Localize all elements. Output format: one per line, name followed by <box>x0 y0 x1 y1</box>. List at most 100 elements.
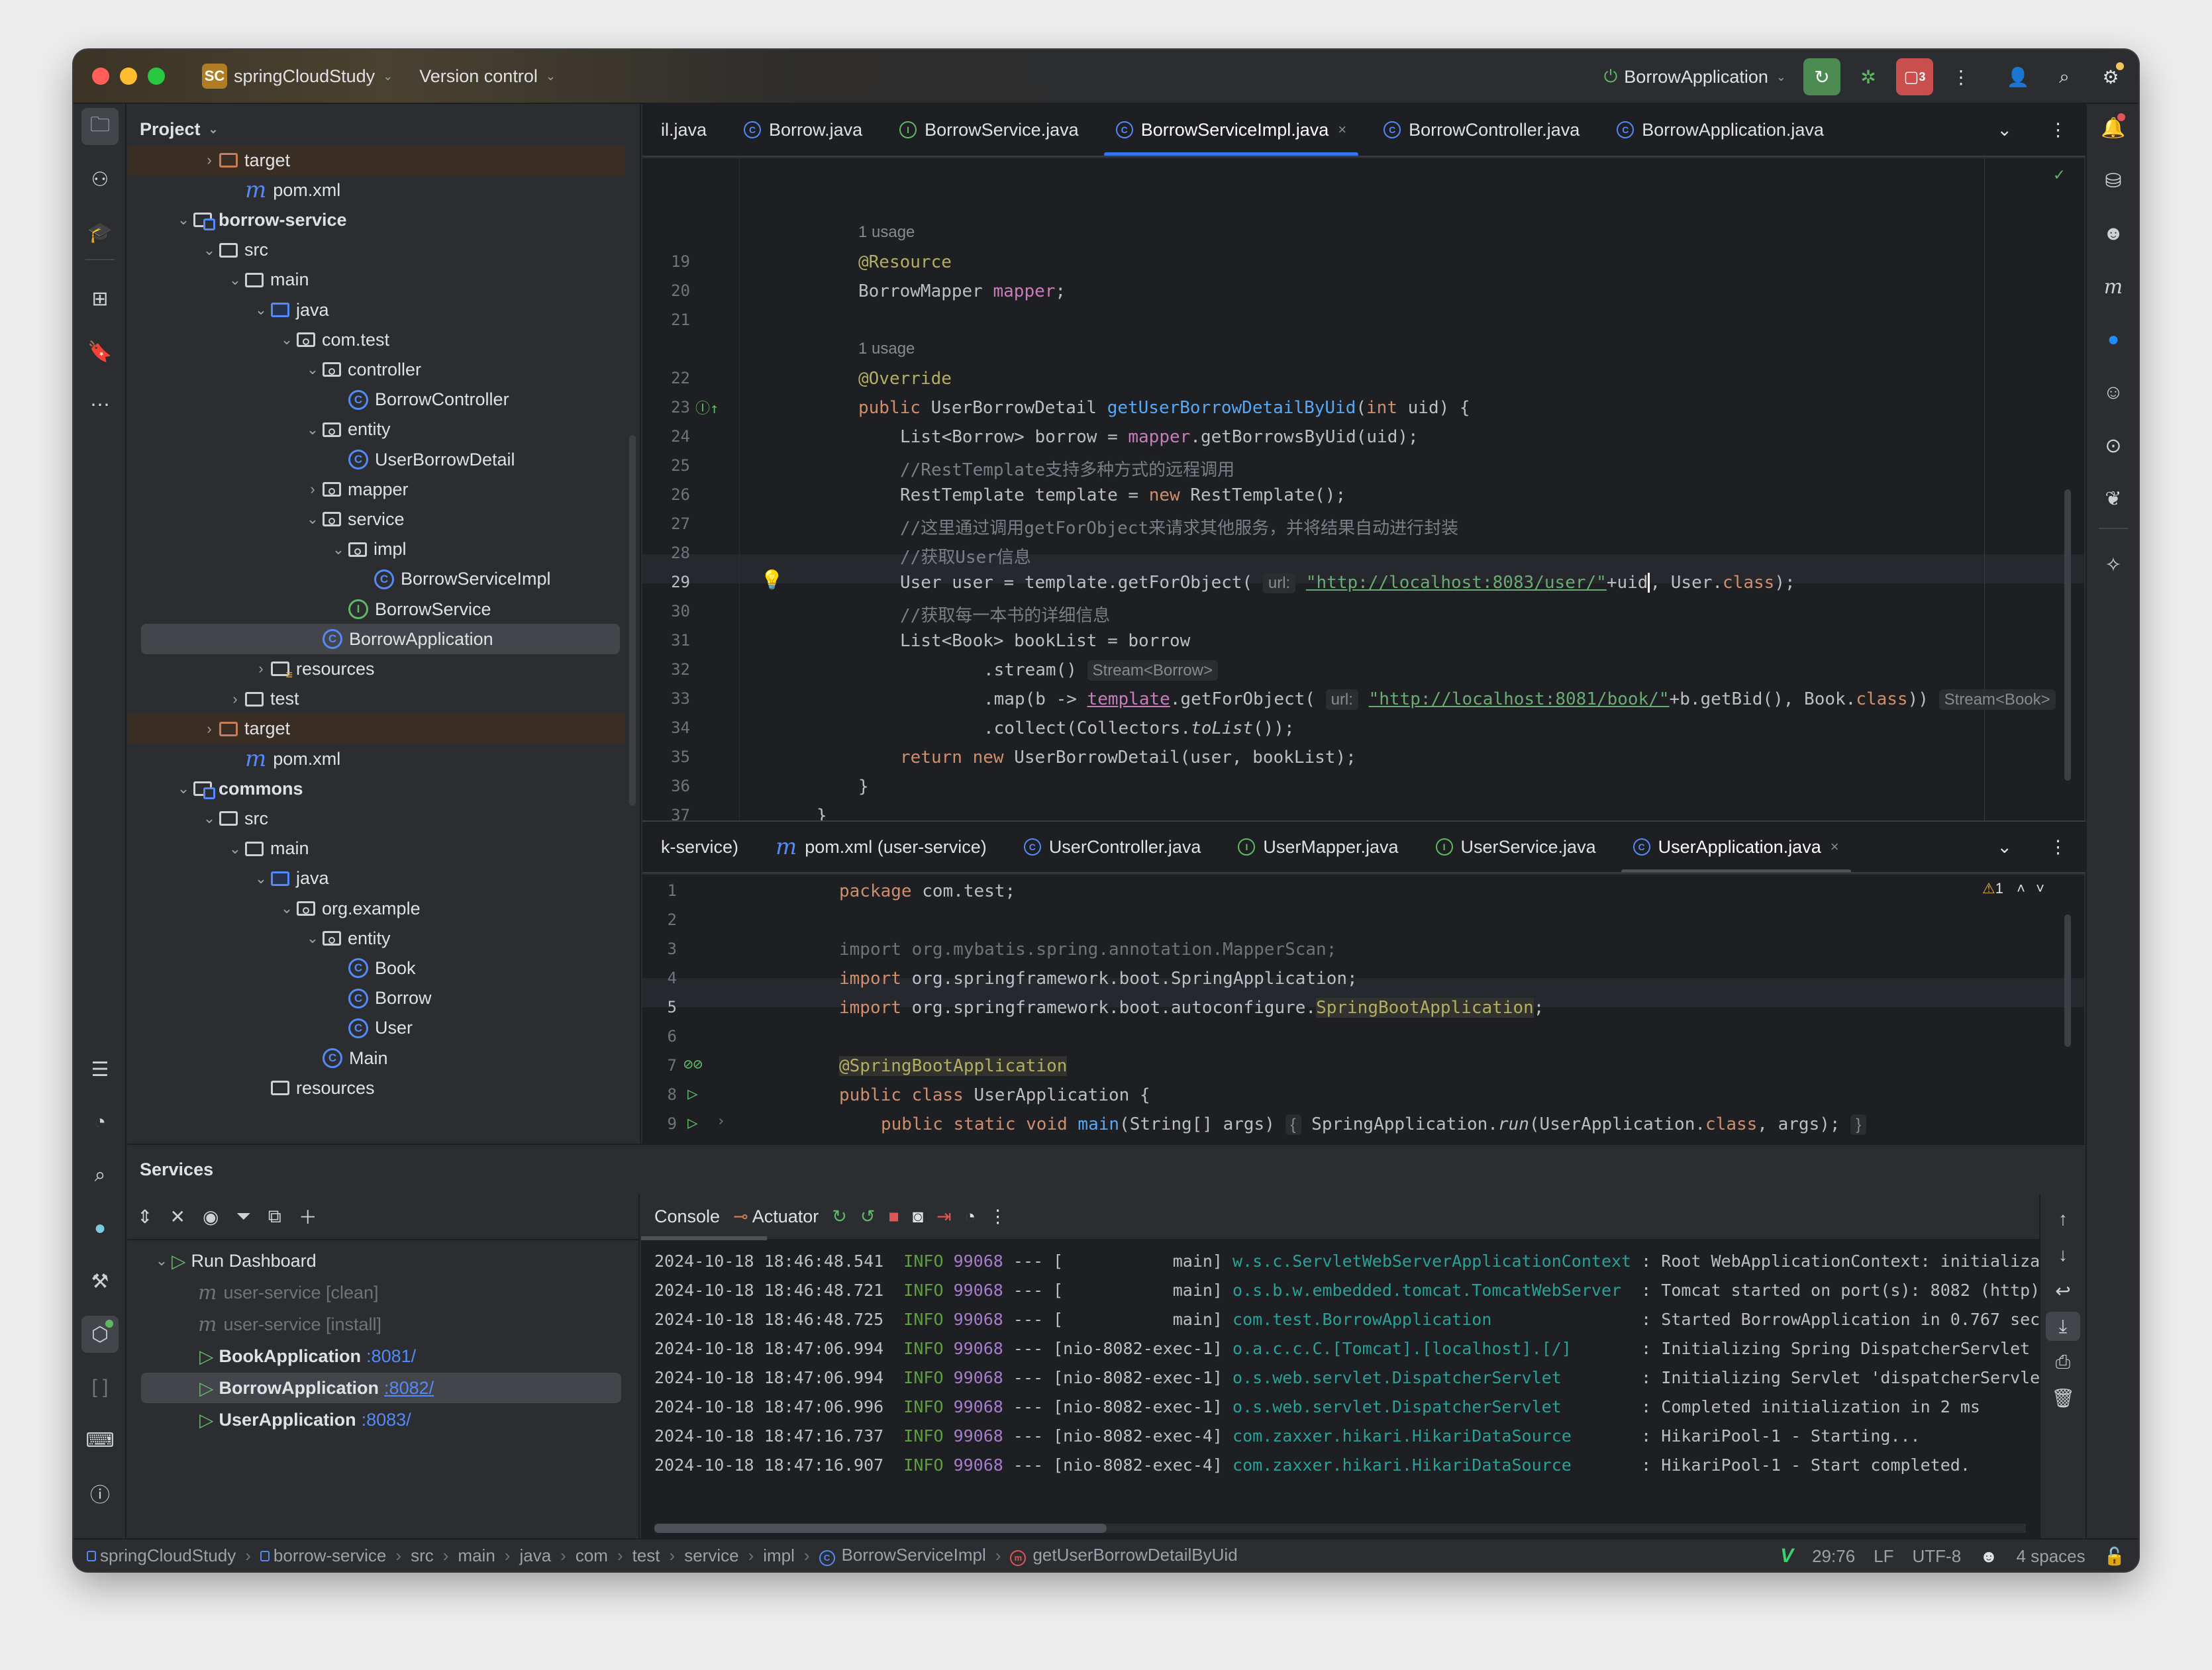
database-tool-button[interactable]: ⛁ <box>2095 162 2132 199</box>
tree-item[interactable]: ⌄ java <box>128 295 625 325</box>
chevron-right-icon[interactable]: › <box>199 720 219 738</box>
tab-console[interactable]: Console <box>654 1206 720 1227</box>
tree-item[interactable]: ⌄ com.test <box>128 324 625 355</box>
tree-item[interactable]: › target <box>128 145 625 175</box>
vcs-menu[interactable]: Version control <box>419 66 538 87</box>
next-problem-icon[interactable]: ˅ <box>2036 880 2044 897</box>
profiler-tool-button[interactable]: ◔ <box>81 1104 119 1141</box>
breadcrumb-item[interactable]: C BorrowServiceImpl <box>819 1545 986 1566</box>
chevron-right-icon[interactable]: › <box>303 481 323 498</box>
chevron-down-icon[interactable]: ⌄ <box>174 211 193 228</box>
project-tool-button[interactable]: 🗀 <box>81 108 119 145</box>
tree-item[interactable]: ⌄ src <box>128 803 625 834</box>
more-actions-button[interactable]: ⋮ <box>1942 58 1980 95</box>
chevron-down-icon[interactable]: ⌄ <box>277 900 297 917</box>
tab-k-service-[interactable]: k-service) <box>642 822 757 872</box>
actuator-tool-button[interactable]: ⊙ <box>2095 427 2132 464</box>
tree-item[interactable]: ⌄ java <box>128 863 625 894</box>
tree-item[interactable]: ⌄ impl <box>128 534 625 565</box>
code-editor-bottom[interactable]: 123 456 789 ⊘⊘ ▷ ▷ › package com.test; i… <box>642 875 2084 1144</box>
service-item[interactable]: ▷ BookApplication:8081/ <box>128 1341 638 1371</box>
url-string[interactable]: "http://localhost:8081/book/" <box>1369 689 1670 709</box>
tree-item[interactable]: ⌄ org.example <box>128 893 625 924</box>
chevron-down-icon[interactable]: ⌄ <box>174 780 193 797</box>
service-port-link[interactable]: :8083/ <box>362 1410 411 1430</box>
breadcrumb-item[interactable]: service <box>684 1546 738 1566</box>
chat-tool-button[interactable]: ● <box>2095 321 2132 358</box>
chevron-down-icon[interactable]: ⌄ <box>199 810 219 827</box>
console-hscrollbar[interactable] <box>654 1524 1107 1533</box>
breadcrumb-item[interactable]: test <box>632 1546 660 1566</box>
project-scrollbar[interactable] <box>629 435 636 806</box>
tab-more-icon[interactable]: ⋮ <box>2031 822 2086 872</box>
editor-scrollbar[interactable] <box>2064 489 2071 781</box>
tree-item[interactable]: ⌄ controller <box>128 354 625 385</box>
tab-more-icon[interactable]: ⋮ <box>2031 104 2086 156</box>
chevron-down-icon[interactable]: ⌄ <box>251 301 271 319</box>
chevron-down-icon[interactable]: ⌄ <box>303 361 323 378</box>
chevron-down-icon[interactable]: ⌄ <box>303 930 323 947</box>
chevron-down-icon[interactable]: ⌄ <box>199 242 219 259</box>
tree-item[interactable]: ⌄ main <box>128 265 625 295</box>
tree-item[interactable]: m pom.xml <box>128 175 625 205</box>
tree-item[interactable]: C Book <box>128 953 625 983</box>
zoom-window-button[interactable] <box>148 68 165 85</box>
caret-position[interactable]: 29:76 <box>1812 1546 1855 1567</box>
service-item[interactable]: ▷ BorrowApplication:8082/ <box>141 1373 621 1403</box>
service-port-link[interactable]: :8082/ <box>384 1378 434 1399</box>
terminal-tool-button[interactable]: ⌨ <box>81 1422 119 1459</box>
add-icon[interactable]: ＋ <box>299 1203 317 1230</box>
tree-item[interactable]: ⌄ entity <box>128 415 625 445</box>
file-encoding[interactable]: UTF-8 <box>1913 1546 1962 1567</box>
filter-icon[interactable]: ⏷ <box>236 1206 250 1228</box>
fold-icon[interactable]: › <box>717 1113 725 1130</box>
breadcrumb-item[interactable]: m getUserBorrowDetailByUid <box>1010 1545 1238 1566</box>
plugin-tool-button[interactable]: ● <box>81 1210 119 1247</box>
tree-item[interactable]: C Borrow <box>128 983 625 1014</box>
run-gutter-icon[interactable]: ▷ <box>687 1113 698 1133</box>
unlock-icon[interactable]: 🔓 <box>2104 1546 2125 1567</box>
find-tool-button[interactable]: ⌕ <box>81 1157 119 1194</box>
expand-all-icon[interactable]: ⇕ <box>137 1206 152 1228</box>
tree-item[interactable]: C Main <box>128 1043 625 1073</box>
endpoints-tool-button[interactable]: [ ] <box>81 1369 119 1406</box>
chevron-down-icon[interactable]: ⌄ <box>277 331 297 348</box>
services-tool-button[interactable]: ⬡ <box>81 1316 119 1353</box>
usage-hint[interactable]: 1 usage <box>858 223 915 242</box>
spring-tool-button[interactable]: ❦ <box>2095 480 2132 517</box>
tree-item[interactable]: › resources <box>128 654 625 684</box>
chevron-down-icon[interactable]: ⌄ <box>328 541 348 558</box>
tab-userservice-java[interactable]: I UserService.java <box>1417 822 1615 872</box>
tab-pom-xml-user-service-[interactable]: m pom.xml (user-service) <box>757 822 1005 872</box>
console-output[interactable]: 2024-10-18 18:46:48.541 INFO 99068 --- [… <box>654 1247 2060 1480</box>
stop-icon[interactable]: ■ <box>889 1206 899 1227</box>
chevron-down-icon[interactable]: ⌄ <box>225 271 245 289</box>
tree-item[interactable]: C BorrowApplication <box>141 624 620 655</box>
chevron-down-icon[interactable]: ⌄ <box>303 421 323 438</box>
breadcrumb-item[interactable]: com <box>576 1546 608 1566</box>
breadcrumb-item[interactable]: impl <box>763 1546 795 1566</box>
url-string[interactable]: "http://localhost:8083/user/" <box>1306 573 1607 593</box>
chevron-down-icon[interactable]: ⌄ <box>303 511 323 528</box>
recent-tabs-chevron-icon[interactable]: ⌄ <box>1978 822 2031 872</box>
run-gutter-icon[interactable]: ▷ <box>687 1084 698 1104</box>
copilot-tool-button[interactable]: ☻ <box>2095 215 2132 252</box>
breadcrumb-item[interactable]: springCloudStudy <box>87 1546 236 1566</box>
maven-tool-button[interactable]: m <box>2095 268 2132 305</box>
recent-tabs-chevron-icon[interactable]: ⌄ <box>1978 104 2031 156</box>
tab-borrow-java[interactable]: C Borrow.java <box>725 104 881 156</box>
search-everywhere-button[interactable]: ⌕ <box>2046 58 2083 95</box>
inspection-widget[interactable]: ⚠1 ˄ ˅ <box>1982 880 2044 897</box>
stop-button[interactable]: ▢ 3 <box>1896 58 1933 95</box>
build-tool-button[interactable]: ⚒ <box>81 1263 119 1300</box>
tree-item[interactable]: › mapper <box>128 474 625 505</box>
tree-item[interactable]: C BorrowController <box>128 385 625 415</box>
project-switcher[interactable]: springCloudStudy <box>234 66 375 87</box>
debug-button[interactable]: ✲ <box>1850 58 1887 95</box>
rerun-debug-icon[interactable]: ↺ <box>860 1206 876 1227</box>
no-problems-check-icon[interactable]: ✓ <box>2054 165 2064 185</box>
ai-assistant-button[interactable]: ✧ <box>2095 546 2132 583</box>
service-item[interactable]: ▷ UserApplication:8083/ <box>128 1404 638 1435</box>
bookmarks-tool-button[interactable]: 🔖 <box>81 333 119 370</box>
tree-item[interactable]: ⌄ borrow-service <box>128 205 625 235</box>
